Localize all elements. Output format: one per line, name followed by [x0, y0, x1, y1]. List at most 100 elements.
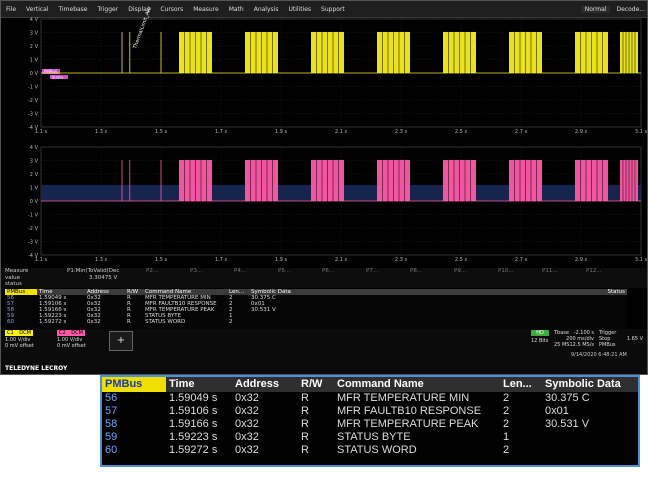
table-row[interactable]: 60 1.59272 s 0x32 R STATUS WORD 2	[5, 319, 627, 325]
measure-param[interactable]: P6...	[322, 268, 334, 274]
trigger-block[interactable]: Trigger Stop 1.65 V PMBus	[599, 330, 643, 348]
add-channel-button[interactable]: +	[109, 331, 133, 351]
y-tick-label: 1 V	[30, 186, 39, 192]
table-cell: 0x32	[235, 431, 259, 443]
zoom-header-row: PMBus Time Address R/W Command Name Len.…	[102, 377, 638, 392]
table-cell: 1.59272 s	[169, 444, 218, 456]
zoom-col-time[interactable]: Time	[166, 377, 232, 392]
table-cell: 57	[105, 405, 118, 417]
measure-p1[interactable]: P1:Min(ToValid(Dec	[67, 268, 119, 274]
measure-param[interactable]: P5...	[278, 268, 290, 274]
x-tick-label: 2.9 s	[575, 257, 588, 263]
x-tick-label: 2.5 s	[455, 257, 468, 263]
sample-rate: 12.5 MS/s	[569, 342, 595, 348]
measure-param[interactable]: P9...	[454, 268, 466, 274]
y-tick-label: -2 V	[28, 98, 39, 104]
x-tick-label: 1.9 s	[275, 129, 288, 135]
table-cell: 0x32	[235, 405, 259, 417]
table-cell: 58	[105, 418, 118, 430]
table-cell: 2	[229, 319, 233, 325]
x-tick-label: 1.1 s	[35, 129, 48, 135]
table-cell: 30.375 C	[545, 392, 590, 404]
trigger-level: 1.65 V	[626, 336, 643, 342]
zoom-col-len[interactable]: Len...	[500, 377, 542, 392]
measure-param[interactable]: P7...	[366, 268, 378, 274]
x-tick-label: 2.9 s	[575, 129, 588, 135]
table-row[interactable]: 57 1.59106 s 0x32 R MFR FAULTB10 RESPONSE 2 0x…	[102, 405, 638, 418]
x-tick-label: 1.7 s	[215, 257, 228, 263]
zoom-col-pmbus[interactable]: PMBus	[102, 377, 166, 392]
zoom-col-symbolic[interactable]: Symbolic Data	[542, 377, 638, 392]
table-cell	[313, 319, 627, 325]
measure-param[interactable]: P10...	[498, 268, 514, 274]
table-row[interactable]: 60 1.59272 s 0x32 R STATUS WORD 2	[102, 444, 638, 457]
table-cell: 1.59272 s	[39, 319, 67, 325]
table-row[interactable]: 58 1.59166 s 0x32 R MFR TEMPERATURE PEAK 2 30.…	[102, 418, 638, 431]
zoom-col-address[interactable]: Address	[232, 377, 298, 392]
oscilloscope-window: File Vertical Timebase Trigger Display C…	[0, 0, 648, 375]
bit-depth: 12 Bits	[531, 338, 549, 344]
measure-title: Measure	[5, 268, 29, 274]
table-cell: 30.531 V	[545, 418, 590, 430]
y-tick-label: 4 V	[30, 145, 39, 151]
table-cell	[542, 444, 638, 457]
x-tick-label: 1.3 s	[95, 257, 108, 263]
y-tick-label: 0 V	[30, 71, 39, 77]
x-tick-label: 1.3 s	[95, 129, 108, 135]
timebase-block[interactable]: Tbase -2.100 s 200 ms/div 25 MS 12.5 MS/…	[554, 330, 594, 348]
x-tick-label: 2.7 s	[515, 257, 528, 263]
table-cell: 2	[503, 444, 510, 456]
y-tick-label: -2 V	[28, 226, 39, 232]
table-cell: 0x32	[235, 392, 259, 404]
x-tick-label: 2.3 s	[395, 257, 408, 263]
table-cell: MFR FAULTB10 RESPONSE	[337, 405, 482, 417]
x-tick-label: 1.1 s	[35, 257, 48, 263]
table-row[interactable]: 59 1.59223 s 0x32 R STATUS BYTE 1	[102, 431, 638, 444]
zoom-col-rw[interactable]: R/W	[298, 377, 334, 392]
table-cell: 1.59166 s	[169, 418, 218, 430]
table-cell: 1.59223 s	[169, 431, 218, 443]
x-tick-label: 3.1 s	[635, 129, 648, 135]
y-tick-label: 3 V	[30, 159, 39, 165]
x-tick-label: 2.5 s	[455, 129, 468, 135]
table-cell: R	[301, 431, 309, 443]
decode-table: PMBus Time Address R/W Command Name Len.…	[5, 289, 627, 329]
table-cell	[542, 431, 638, 444]
x-tick-label: 1.7 s	[215, 129, 228, 135]
c2-label: C2	[59, 330, 66, 336]
table-cell: MFR TEMPERATURE PEAK	[337, 418, 479, 430]
measure-param[interactable]: P2...	[146, 268, 158, 274]
table-cell: 56	[105, 392, 118, 404]
table-cell: 60	[7, 319, 14, 325]
c1-settings[interactable]: 1.00 V/div 0 mV offset	[5, 337, 45, 349]
x-tick-label: 1.5 s	[155, 129, 168, 135]
measure-param[interactable]: P3...	[190, 268, 202, 274]
y-tick-label: 2 V	[30, 172, 39, 178]
table-cell: 0x32	[235, 418, 259, 430]
y-tick-label: 3 V	[30, 31, 39, 37]
hd-badge: HD	[531, 330, 549, 336]
measure-param[interactable]: P4...	[234, 268, 246, 274]
x-tick-label: 1.5 s	[155, 257, 168, 263]
y-tick-label: 0 V	[30, 199, 39, 205]
y-tick-label: -1 V	[28, 213, 39, 219]
measure-param[interactable]: P12...	[586, 268, 602, 274]
zoom-col-command[interactable]: Command Name	[334, 377, 500, 392]
c2-coupling: DCM	[71, 330, 83, 336]
c2-tab[interactable]: C2 DCM	[57, 330, 85, 336]
table-cell: 0x32	[87, 319, 101, 325]
y-tick-label: -3 V	[28, 240, 39, 246]
sample-count: 25 MS	[554, 342, 570, 348]
c1-label: C1	[7, 330, 14, 336]
y-tick-label: -1 V	[28, 85, 39, 91]
c1-coupling: DCM	[19, 330, 31, 336]
table-cell: 2	[503, 392, 510, 404]
table-row[interactable]: 56 1.59049 s 0x32 R MFR TEMPERATURE MIN 2 30.3…	[102, 392, 638, 405]
x-tick-label: 2.1 s	[335, 129, 348, 135]
trigger-source: PMBus	[599, 342, 616, 348]
measure-panel: Measure P1:Min(ToValid(Dec value 3.30475…	[1, 268, 647, 288]
measure-param[interactable]: P8...	[410, 268, 422, 274]
measure-param[interactable]: P11...	[542, 268, 558, 274]
c1-tab[interactable]: C1 DCM	[5, 330, 33, 336]
c2-settings[interactable]: 1.00 V/div 0 mV offset	[57, 337, 97, 349]
